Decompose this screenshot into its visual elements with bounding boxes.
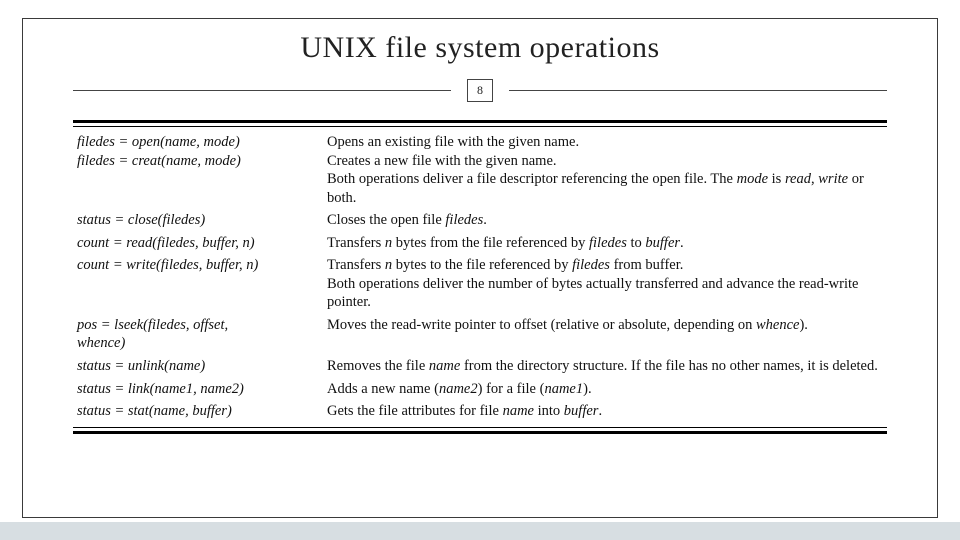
- table-row: status = link(name1, name2)Adds a new na…: [73, 378, 887, 401]
- syscall-cell: count = write(filedes, buffer, n): [73, 254, 323, 314]
- divider-left: [73, 90, 451, 91]
- table-row: status = close(filedes)Closes the open f…: [73, 209, 887, 232]
- table-bottom-rule: [73, 427, 887, 434]
- description-cell: Removes the file name from the directory…: [323, 355, 887, 378]
- page-title: UNIX file system operations: [73, 31, 887, 65]
- description-cell: Closes the open file filedes.: [323, 209, 887, 232]
- table-row: status = unlink(name)Removes the file na…: [73, 355, 887, 378]
- syscall-cell: status = stat(name, buffer): [73, 400, 323, 423]
- syscall-cell: status = close(filedes): [73, 209, 323, 232]
- divider-right: [509, 90, 887, 91]
- slide-frame: UNIX file system operations 8 filedes = …: [22, 18, 938, 518]
- table-top-rule: [73, 120, 887, 127]
- table-row: status = stat(name, buffer)Gets the file…: [73, 400, 887, 423]
- description-cell: Transfers n bytes to the file referenced…: [323, 254, 887, 314]
- description-cell: Gets the file attributes for file name i…: [323, 400, 887, 423]
- table-row: count = write(filedes, buffer, n)Transfe…: [73, 254, 887, 314]
- syscall-cell: status = link(name1, name2): [73, 378, 323, 401]
- syscall-table: filedes = open(name, mode) filedes = cre…: [73, 131, 887, 423]
- page-number-badge: 8: [467, 79, 493, 102]
- table-row: pos = lseek(filedes, offset, whence)Move…: [73, 314, 887, 355]
- table-row: count = read(filedes, buffer, n)Transfer…: [73, 232, 887, 255]
- syscall-cell: pos = lseek(filedes, offset, whence): [73, 314, 323, 355]
- description-cell: Adds a new name (name2) for a file (name…: [323, 378, 887, 401]
- title-divider: 8: [73, 79, 887, 102]
- syscall-cell: status = unlink(name): [73, 355, 323, 378]
- slide: UNIX file system operations 8 filedes = …: [0, 0, 960, 540]
- description-cell: Opens an existing file with the given na…: [323, 131, 887, 209]
- syscall-cell: count = read(filedes, buffer, n): [73, 232, 323, 255]
- table-row: filedes = open(name, mode) filedes = cre…: [73, 131, 887, 209]
- description-cell: Transfers n bytes from the file referenc…: [323, 232, 887, 255]
- description-cell: Moves the read-write pointer to offset (…: [323, 314, 887, 355]
- footer-bar: [0, 522, 960, 540]
- syscall-cell: filedes = open(name, mode) filedes = cre…: [73, 131, 323, 209]
